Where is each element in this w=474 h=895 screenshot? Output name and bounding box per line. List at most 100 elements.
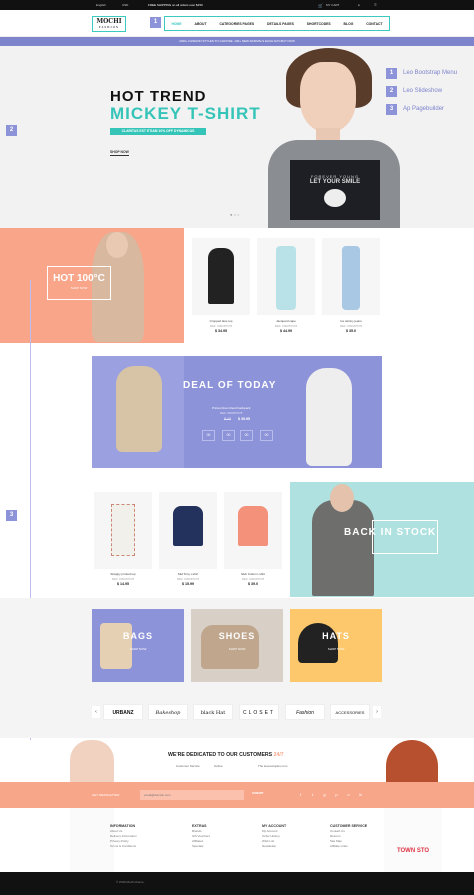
- footer-copyright: © 2016 Mochi theme.: [0, 872, 474, 895]
- stock-model-face: [330, 484, 354, 512]
- dedicated-info-1: Customer Service: [176, 764, 200, 768]
- feature-num-1: 1: [386, 68, 397, 79]
- nav-about[interactable]: ABOUT: [195, 22, 207, 26]
- countdown-hours: 00: [222, 430, 235, 441]
- product-name[interactable]: Slub Cotton t-shirt: [223, 572, 283, 576]
- feature-num-3: 3: [386, 104, 397, 115]
- instagram-icon[interactable]: o: [346, 792, 351, 797]
- settings-icon[interactable]: ☰: [374, 3, 377, 7]
- nav-contact[interactable]: CONTACT: [366, 22, 382, 26]
- category-hats[interactable]: HATS SHOP NOW: [290, 609, 382, 682]
- deal-desc[interactable]: Printed linen blend backpack: [212, 406, 250, 410]
- brand-logo[interactable]: URBANZ: [103, 704, 143, 720]
- main-nav: HOME ABOUT CATEGORIES PAGES DETAILS PAGE…: [164, 16, 390, 31]
- stock-model: [312, 500, 374, 596]
- nav-details[interactable]: DETAILS PAGES: [267, 22, 294, 26]
- brand-logo[interactable]: ACCESSORIES: [330, 704, 370, 720]
- brand-logo[interactable]: black Hat: [193, 704, 233, 720]
- dedicated-info-3: The leoexamples.com: [258, 764, 288, 768]
- mickey-icon: [324, 189, 346, 207]
- facebook-icon[interactable]: f: [298, 792, 303, 797]
- annotation-badge-2: 2: [6, 125, 17, 136]
- hero-title: HOT TREND: [110, 88, 207, 105]
- dedicated-text: WE'RE DEDICATED TO OUR CUSTOMERS 24/7: [168, 752, 284, 758]
- model-face: [300, 62, 356, 132]
- deal-ref: REF. #00087678: [220, 411, 243, 415]
- footer-col-extras: EXTRAS Brands Gift Vouchers Affiliates S…: [192, 824, 211, 848]
- product-price: $ 44.99: [280, 329, 292, 333]
- footer-model-left: [70, 740, 114, 782]
- product-ref: REF. #00087678: [111, 577, 135, 581]
- annotation-badge-1: 1: [150, 17, 161, 28]
- hero-offer: CLARITAS EST ETIAM 10% OFF DYNAMICUS: [110, 128, 206, 135]
- product-price: $ 34.95: [215, 329, 227, 333]
- product-name[interactable]: Strappy printed top: [93, 572, 153, 576]
- slider-dots[interactable]: ● ○ ○: [230, 212, 239, 217]
- product-ref: REF. #00087678: [209, 324, 233, 328]
- deal-title: DEAL OF TODAY: [183, 380, 277, 391]
- deal-price: $ 39.95: [238, 417, 250, 421]
- newsletter-label: GET NEWSLETTER: [92, 793, 120, 797]
- product-name[interactable]: Skd Tony t-shirt: [158, 572, 218, 576]
- feature-num-2: 2: [386, 86, 397, 97]
- product-image[interactable]: [257, 238, 315, 315]
- product-image[interactable]: [322, 238, 380, 315]
- brand-logo[interactable]: CLOSET: [239, 704, 279, 720]
- product-name[interactable]: Cropped lace top: [191, 319, 251, 323]
- nav-shortcodes[interactable]: SHORTCODES: [307, 22, 331, 26]
- nav-home[interactable]: HOME: [171, 22, 181, 26]
- product-ref: REF. #00087678: [274, 324, 298, 328]
- deal-old-price: $ 45: [224, 417, 231, 421]
- product-image[interactable]: [94, 492, 152, 569]
- shirt-print: FOREVER YOUNG LET YOUR SMILE: [290, 160, 380, 220]
- product-image[interactable]: [224, 492, 282, 569]
- newsletter-email-input[interactable]: [140, 790, 244, 800]
- newsletter-submit-button[interactable]: SUBMIT: [252, 791, 264, 795]
- product-ref: REF. #00087678: [241, 577, 265, 581]
- countdown-days: 00: [202, 430, 215, 441]
- footer-model-right-body: TOWN STO: [384, 808, 442, 872]
- nav-blog[interactable]: BLOG: [344, 22, 354, 26]
- countdown-seconds: 00: [260, 430, 273, 441]
- feature-label-2: Leo Slideshow: [403, 88, 443, 94]
- brand-prev-button[interactable]: ‹: [92, 706, 100, 718]
- backpack-image[interactable]: [116, 366, 162, 452]
- countdown-minutes: 00: [240, 430, 253, 441]
- product-price: $ 15.99: [182, 582, 194, 586]
- hero-subtitle: MICKEY T-SHIRT: [110, 104, 261, 123]
- cart-label[interactable]: MY CART: [326, 3, 339, 7]
- footer-col-information: INFORMATION About Us Delivery Informatio…: [110, 824, 137, 848]
- product-name[interactable]: Ice skinny jeans: [321, 319, 381, 323]
- language-select[interactable]: English: [96, 3, 106, 7]
- category-bags[interactable]: BAGS SHOP NOW: [92, 609, 184, 682]
- shipping-notice: FREE SHIPPING on all orders over $150: [148, 3, 203, 7]
- pinterest-icon[interactable]: p: [334, 792, 339, 797]
- deal-model: [306, 368, 352, 466]
- annotation-badge-3: 3: [6, 510, 17, 521]
- product-price: $ 35.0: [346, 329, 356, 333]
- product-name[interactable]: Jacquard cape: [256, 319, 316, 323]
- product-image[interactable]: [159, 492, 217, 569]
- google-plus-icon[interactable]: g: [322, 792, 327, 797]
- footer-model-left-body: [70, 808, 114, 872]
- brand-logo[interactable]: Fashion: [285, 704, 325, 720]
- brand-next-button[interactable]: ›: [373, 706, 381, 718]
- product-price: $ 14.95: [117, 582, 129, 586]
- user-icon[interactable]: ●: [358, 3, 360, 7]
- cart-icon[interactable]: 🛒: [318, 3, 323, 8]
- nav-categories[interactable]: CATEGORIES PAGES: [219, 22, 254, 26]
- feature-label-1: Leo Bootstrap Menu: [403, 70, 458, 76]
- product-ref: REF. #00087678: [176, 577, 200, 581]
- logo[interactable]: MOCHI FASHION: [92, 16, 126, 32]
- brand-logo[interactable]: Bakeshop: [148, 704, 188, 720]
- category-shoes[interactable]: SHOES SHOP NOW: [191, 609, 283, 682]
- stock-title: BACK IN STOCK: [344, 527, 437, 538]
- twitter-icon[interactable]: t: [310, 792, 315, 797]
- product-ref: REF. #00087678: [339, 324, 363, 328]
- top-bar: English USD FREE SHIPPING on all orders …: [0, 0, 474, 10]
- product-image[interactable]: [192, 238, 250, 315]
- hero-shop-button[interactable]: SHOP NOW: [110, 150, 129, 156]
- footer-col-service: CUSTOMER SERVICE Contact Us Returns Site…: [330, 824, 368, 848]
- currency-select[interactable]: USD: [122, 3, 128, 7]
- linkedin-icon[interactable]: in: [358, 792, 363, 797]
